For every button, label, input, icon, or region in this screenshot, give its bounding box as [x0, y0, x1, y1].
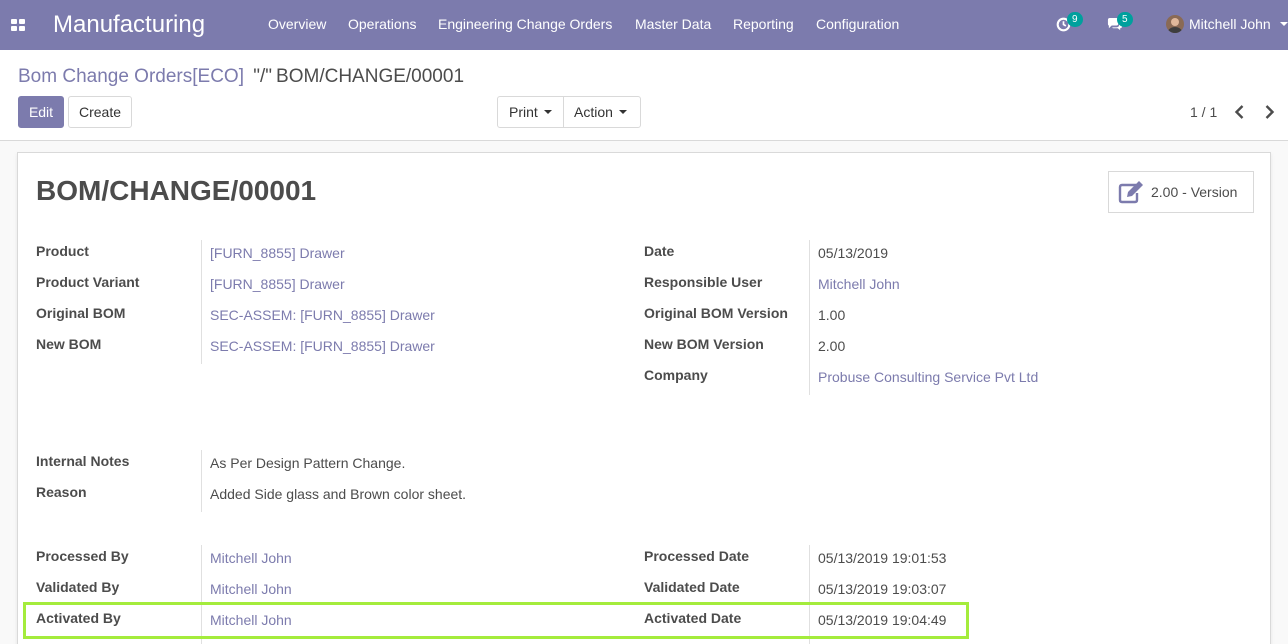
app-title[interactable]: Manufacturing — [53, 11, 205, 39]
field-label-responsible-user: Responsible User — [644, 274, 763, 290]
field-label-reason: Reason — [36, 484, 87, 500]
field-label-new-bom-version: New BOM Version — [644, 336, 764, 352]
breadcrumb: Bom Change Orders[ECO] "/" BOM/CHANGE/000… — [18, 66, 464, 88]
sidebar-actions: Print Action — [497, 96, 641, 128]
chevron-left-icon[interactable] — [1230, 102, 1250, 122]
highlight-annotation-box — [23, 602, 969, 639]
field-value-original-bom-version: 1.00 — [818, 307, 846, 323]
field-value-internal-notes: As Per Design Pattern Change. — [210, 455, 406, 471]
menu-overview[interactable]: Overview — [268, 16, 326, 32]
top-navbar: Manufacturing Overview Operations Engine… — [0, 0, 1288, 50]
version-smart-button[interactable]: 2.00 - Version — [1108, 171, 1254, 213]
field-label-date: Date — [644, 243, 675, 259]
field-value-product[interactable]: [FURN_8855] Drawer — [210, 245, 345, 261]
create-button[interactable]: Create — [68, 96, 132, 128]
field-value-validated-date: 05/13/2019 19:03:07 — [818, 581, 947, 597]
field-label-new-bom: New BOM — [36, 336, 102, 352]
edit-version-icon — [1118, 181, 1143, 204]
field-label-company: Company — [644, 367, 708, 383]
column-divider — [809, 240, 810, 395]
version-label: 2.00 - Version — [1151, 184, 1238, 200]
field-label-validated-date: Validated Date — [644, 579, 740, 595]
field-value-company[interactable]: Probuse Consulting Service Pvt Ltd — [818, 369, 1038, 385]
field-value-original-bom[interactable]: SEC-ASSEM: [FURN_8855] Drawer — [210, 307, 435, 323]
activity-menu[interactable]: 9 — [1056, 12, 1083, 35]
form-sheet — [17, 152, 1271, 644]
field-label-processed-date: Processed Date — [644, 548, 750, 564]
field-value-product-variant[interactable]: [FURN_8855] Drawer — [210, 276, 345, 292]
field-value-validated-by[interactable]: Mitchell John — [210, 581, 292, 597]
field-label-validated-by: Validated By — [36, 579, 120, 595]
breadcrumb-parent[interactable]: Bom Change Orders[ECO] — [18, 66, 244, 87]
breadcrumb-separator: "/" — [253, 66, 273, 87]
breadcrumb-current: BOM/CHANGE/00001 — [276, 66, 465, 87]
field-value-new-bom[interactable]: SEC-ASSEM: [FURN_8855] Drawer — [210, 338, 435, 354]
field-value-reason: Added Side glass and Brown color sheet. — [210, 486, 467, 502]
activity-count-badge: 9 — [1067, 12, 1083, 27]
chevron-down-icon[interactable] — [1280, 22, 1288, 26]
field-value-new-bom-version: 2.00 — [818, 338, 846, 354]
action-button[interactable]: Action — [564, 97, 640, 127]
record-title: BOM/CHANGE/00001 — [36, 175, 317, 206]
menu-reporting[interactable]: Reporting — [733, 16, 794, 32]
control-panel: Bom Change Orders[ECO] "/" BOM/CHANGE/000… — [0, 50, 1288, 141]
column-divider — [201, 450, 202, 512]
field-label-product-variant: Product Variant — [36, 274, 140, 290]
field-label-original-bom-version: Original BOM Version — [644, 305, 788, 321]
field-value-date: 05/13/2019 — [818, 245, 889, 261]
messages-menu[interactable]: 5 — [1106, 12, 1133, 35]
field-label-internal-notes: Internal Notes — [36, 453, 130, 469]
menu-operations[interactable]: Operations — [348, 16, 416, 32]
menu-configuration[interactable]: Configuration — [816, 16, 899, 32]
field-value-responsible-user[interactable]: Mitchell John — [818, 276, 900, 292]
chevron-right-icon[interactable] — [1259, 102, 1279, 122]
pager-value[interactable]: 1 / 1 — [1190, 104, 1217, 120]
edit-button[interactable]: Edit — [18, 96, 64, 128]
print-label: Print — [509, 104, 538, 120]
apps-grid-icon[interactable] — [11, 19, 25, 32]
action-label: Action — [574, 104, 613, 120]
field-label-original-bom: Original BOM — [36, 305, 126, 321]
messages-count-badge: 5 — [1117, 12, 1133, 27]
print-button[interactable]: Print — [498, 97, 564, 127]
user-menu-name[interactable]: Mitchell John — [1189, 16, 1271, 32]
user-avatar[interactable] — [1166, 15, 1184, 33]
caret-down-icon — [544, 110, 552, 114]
field-value-processed-by[interactable]: Mitchell John — [210, 550, 292, 566]
column-divider — [201, 240, 202, 364]
menu-engineering-change-orders[interactable]: Engineering Change Orders — [438, 16, 612, 32]
menu-master-data[interactable]: Master Data — [635, 16, 711, 32]
field-label-processed-by: Processed By — [36, 548, 129, 564]
caret-down-icon — [619, 110, 627, 114]
field-label-product: Product — [36, 243, 89, 259]
field-value-processed-date: 05/13/2019 19:01:53 — [818, 550, 947, 566]
